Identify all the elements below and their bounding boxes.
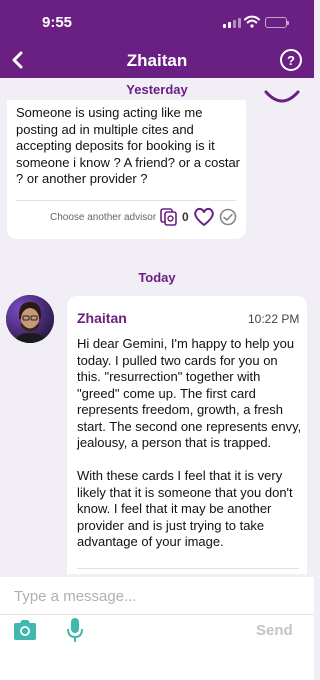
divider	[0, 614, 314, 615]
date-separator-today: Today	[138, 270, 176, 285]
answer-text: Hi dear Gemini, I'm happy to help you to…	[77, 336, 302, 549]
status-bar: 9:55	[0, 0, 314, 44]
page-title: Zhaitan	[126, 51, 188, 70]
question-actions: Choose another advisor 0	[7, 206, 246, 228]
heart-icon[interactable]	[193, 207, 215, 227]
message-input[interactable]	[14, 585, 300, 607]
battery-icon	[265, 17, 289, 28]
sender-name: Zhaitan	[77, 310, 127, 326]
camera-icon[interactable]	[12, 619, 38, 641]
app-header: 9:55 Zhaitan ?	[0, 0, 314, 78]
help-icon: ?	[287, 52, 295, 68]
choose-another-advisor-link[interactable]: Choose another advisor	[50, 212, 156, 223]
answer-message-card: Zhaitan 10:22 PM Hi dear Gemini, I'm hap…	[67, 296, 307, 574]
message-composer: Send	[0, 577, 314, 680]
divider	[16, 200, 236, 201]
signal-icon	[223, 18, 241, 28]
question-text: Someone is using acting like me posting …	[16, 105, 241, 186]
help-button[interactable]: ?	[280, 49, 302, 71]
message-time: 10:22 PM	[248, 312, 300, 326]
avatar[interactable]	[6, 295, 54, 343]
copy-count: 0	[182, 210, 189, 224]
divider	[77, 568, 299, 569]
check-icon[interactable]	[219, 208, 237, 226]
advisor-avatar-partial	[264, 90, 300, 103]
question-message-card: Someone is using acting like me posting …	[7, 100, 246, 239]
wifi-icon	[244, 15, 260, 28]
send-button[interactable]: Send	[256, 622, 293, 639]
microphone-icon[interactable]	[67, 617, 83, 643]
status-time: 9:55	[42, 14, 73, 31]
advisor-portrait-icon	[6, 295, 54, 343]
copy-icon[interactable]	[160, 208, 177, 226]
